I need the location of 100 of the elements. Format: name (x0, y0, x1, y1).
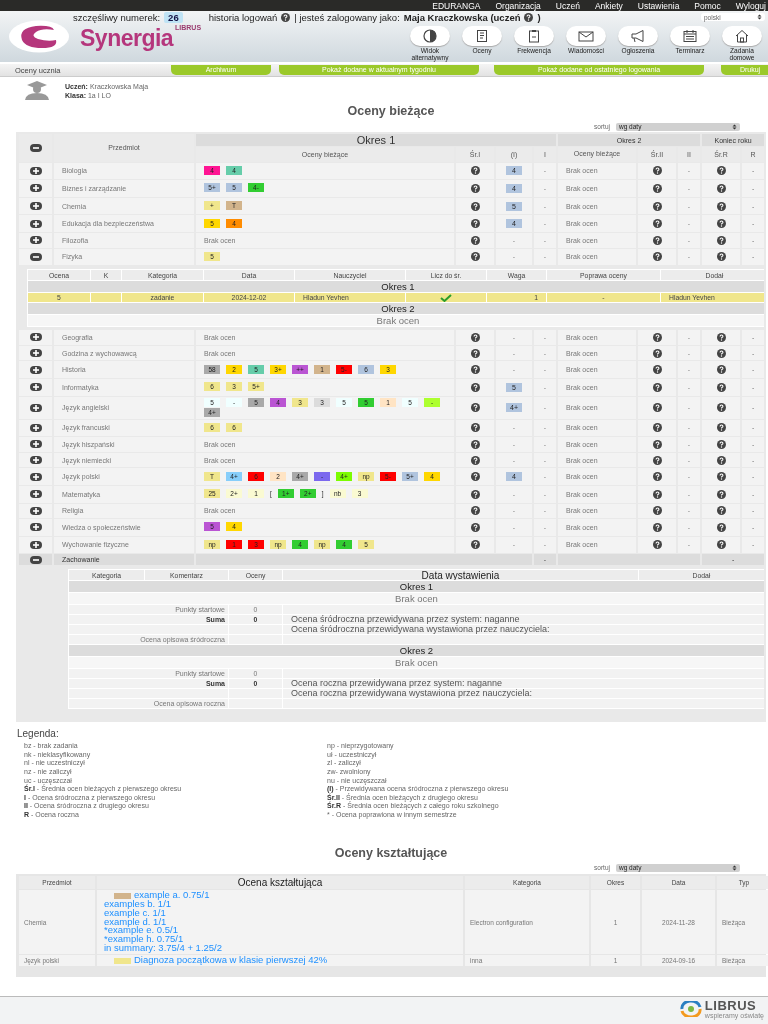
login-history-link[interactable]: historia logowań (208, 11, 278, 23)
help-icon[interactable] (716, 332, 726, 342)
expand-icon[interactable] (29, 202, 42, 211)
help-icon[interactable] (716, 439, 726, 449)
expand-icon[interactable] (29, 541, 42, 549)
help-icon[interactable] (470, 348, 480, 358)
help-icon[interactable] (470, 439, 480, 449)
expand-icon[interactable] (29, 219, 42, 228)
expand-icon[interactable] (29, 423, 42, 432)
help-icon[interactable] (470, 540, 480, 550)
help-icon[interactable] (470, 455, 480, 465)
dropdown-arrows-icon (732, 864, 737, 871)
collapse-icon[interactable] (29, 143, 42, 152)
expand-icon[interactable] (29, 456, 42, 464)
help-icon[interactable] (716, 219, 726, 229)
help-icon[interactable] (652, 348, 662, 358)
help-icon[interactable] (716, 252, 726, 262)
footer-logo-text: LIBRUS (704, 999, 757, 1013)
collapse-icon[interactable] (29, 252, 42, 261)
help-icon[interactable] (652, 252, 662, 262)
help-icon[interactable] (716, 166, 726, 176)
grade-page-icon (474, 29, 490, 43)
house-icon (734, 29, 750, 43)
help-icon[interactable] (470, 166, 480, 176)
menu-link[interactable]: Organizacja (495, 0, 541, 11)
grade-summary-text: Ocena roczna przewidywana przez system: naganne (283, 679, 764, 689)
help-icon[interactable] (652, 382, 662, 392)
help-icon[interactable] (470, 522, 480, 532)
expand-icon[interactable] (29, 403, 42, 412)
help-icon[interactable] (652, 235, 662, 245)
help-icon[interactable] (652, 472, 662, 482)
help-icon[interactable] (716, 235, 726, 245)
help-icon[interactable] (652, 506, 662, 516)
help-icon[interactable] (470, 365, 480, 375)
menu-link[interactable]: EDURANGA (432, 0, 481, 11)
clipboard-icon (526, 29, 542, 43)
expand-icon[interactable] (29, 349, 42, 358)
expand-icon[interactable] (29, 236, 42, 245)
help-icon[interactable] (652, 184, 662, 193)
help-icon[interactable] (716, 403, 726, 413)
help-icon[interactable] (716, 184, 726, 193)
menu-link[interactable]: Uczeń (555, 0, 580, 11)
expand-icon[interactable] (29, 472, 42, 481)
help-icon[interactable] (470, 219, 480, 229)
expand-icon[interactable] (29, 333, 42, 342)
help-icon[interactable] (470, 252, 480, 262)
help-icon[interactable] (716, 382, 726, 392)
help-icon[interactable] (652, 522, 662, 532)
help-icon[interactable] (652, 540, 662, 550)
help-icon[interactable] (470, 184, 480, 193)
lucky-number-label: szczęśliwy numerek: (73, 11, 161, 23)
page-title: Oceny bieżące (346, 104, 436, 119)
help-icon[interactable] (716, 522, 726, 532)
help-icon[interactable] (470, 472, 480, 482)
help-icon[interactable] (470, 506, 480, 516)
period-heading: Okres 1 (69, 581, 764, 593)
expand-icon[interactable] (29, 383, 42, 392)
help-icon[interactable] (470, 382, 480, 392)
help-icon[interactable] (652, 166, 662, 176)
expand-icon[interactable] (29, 166, 42, 175)
help-icon[interactable] (652, 403, 662, 413)
help-icon[interactable] (470, 423, 480, 433)
expand-icon[interactable] (29, 490, 42, 499)
help-icon[interactable] (652, 439, 662, 449)
help-icon[interactable] (652, 365, 662, 375)
expand-icon[interactable] (29, 523, 42, 532)
help-icon[interactable] (470, 201, 480, 211)
expand-icon[interactable] (29, 365, 42, 374)
help-icon[interactable] (716, 201, 726, 211)
help-icon[interactable] (716, 365, 726, 375)
help-icon[interactable] (470, 235, 480, 245)
help-icon[interactable] (716, 540, 726, 550)
help-icon[interactable] (652, 455, 662, 465)
help-icon[interactable] (716, 506, 726, 516)
help-icon[interactable] (652, 489, 662, 499)
help-icon[interactable] (716, 423, 726, 433)
legend-title: Legenda: (17, 728, 60, 740)
help-icon[interactable] (716, 455, 726, 465)
help-icon[interactable] (716, 489, 726, 499)
help-icon[interactable] (524, 12, 534, 22)
help-icon[interactable] (652, 219, 662, 229)
help-icon[interactable] (652, 332, 662, 342)
menu-link[interactable]: Wyloguj (735, 0, 766, 11)
column-header: Ocena kształtująca (97, 876, 463, 890)
help-icon[interactable] (281, 12, 291, 22)
period-heading: Okres 2 (28, 303, 765, 315)
help-icon[interactable] (652, 423, 662, 433)
help-icon[interactable] (652, 201, 662, 211)
help-icon[interactable] (470, 403, 480, 413)
help-icon[interactable] (716, 472, 726, 482)
menu-link[interactable]: Ustawienia (637, 0, 680, 11)
help-icon[interactable] (716, 348, 726, 358)
expand-icon[interactable] (29, 440, 42, 449)
expand-icon[interactable] (29, 506, 42, 515)
menu-link[interactable]: Pomoc (694, 0, 721, 11)
help-icon[interactable] (470, 489, 480, 499)
collapse-icon[interactable] (29, 555, 42, 564)
help-icon[interactable] (470, 332, 480, 342)
menu-link[interactable]: Ankiety (594, 0, 623, 11)
expand-icon[interactable] (29, 184, 42, 193)
